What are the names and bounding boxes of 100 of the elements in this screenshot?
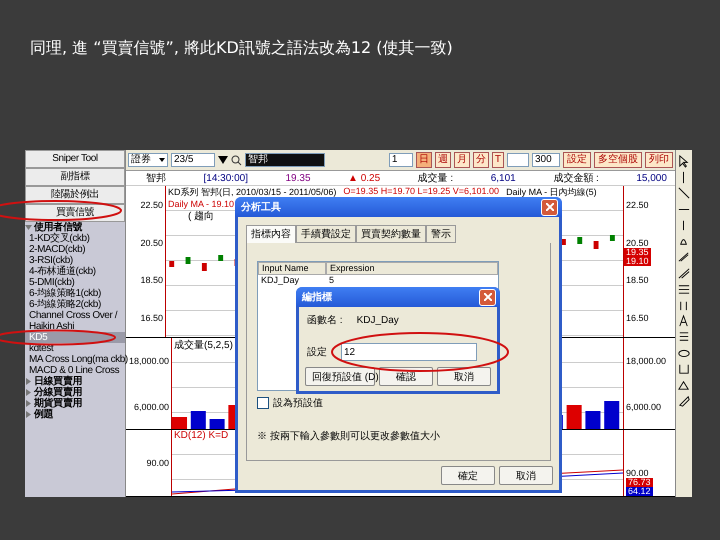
sidebar-button[interactable]: Sniper Tool bbox=[25, 150, 125, 168]
drawing-tool-icon[interactable] bbox=[677, 362, 691, 376]
axis-label: 90.00 bbox=[146, 458, 169, 468]
period-button[interactable]: 月 bbox=[454, 152, 470, 168]
field-label: 函數名 : bbox=[307, 314, 343, 327]
tree-item[interactable]: 3-RSI(ckb) bbox=[25, 255, 125, 266]
quote-text: [14:30:00] bbox=[204, 172, 248, 184]
candlestick bbox=[186, 257, 190, 264]
tree-item[interactable]: MA Cross Long(ma ckb) bbox=[25, 354, 125, 365]
tree-node[interactable]: 期貨買賣用 bbox=[25, 398, 125, 409]
chart-header-text: O=19.35 H=19.70 L=19.25 V=6,101.00 bbox=[342, 186, 500, 198]
toolbar-button[interactable]: 設定 bbox=[563, 152, 591, 168]
tree-item[interactable]: Haikin Ashi bbox=[25, 321, 125, 332]
axis-label: 16.50 bbox=[140, 312, 163, 323]
candlestick bbox=[218, 255, 224, 261]
dialog-tab[interactable]: 警示 bbox=[426, 225, 456, 243]
filter-icon[interactable] bbox=[218, 155, 228, 165]
drawing-tool-icon[interactable] bbox=[677, 250, 691, 264]
dialog-title: 編指標 bbox=[302, 290, 332, 304]
axis-label: 90.00 bbox=[626, 468, 649, 478]
table-cell-text: 5 bbox=[328, 275, 336, 286]
axis-label: 6,000.00 bbox=[134, 402, 169, 412]
volume-bar bbox=[172, 417, 188, 430]
quote-text: 智邦 bbox=[146, 172, 166, 185]
triangle-down-icon bbox=[25, 224, 32, 231]
field-value: KDJ_Day bbox=[356, 314, 399, 326]
candlestick bbox=[577, 237, 582, 244]
tree-item[interactable]: kdtest bbox=[25, 343, 125, 354]
tree-item[interactable]: 6-均線策略2(ckb) bbox=[25, 299, 125, 310]
drawing-tool-icon[interactable] bbox=[677, 186, 691, 200]
candlestick bbox=[169, 261, 174, 267]
axis-label: 18,000.00 bbox=[128, 356, 169, 366]
chart-label: 成交量(5,2,5) bbox=[173, 338, 233, 352]
dialog-title: 分析工具 bbox=[241, 200, 281, 214]
dropdown-field[interactable] bbox=[507, 153, 529, 167]
search-icon[interactable] bbox=[231, 154, 242, 166]
tree-node[interactable]: 使用者信號 bbox=[25, 222, 125, 233]
drawing-tool-icon[interactable] bbox=[677, 394, 691, 408]
drawing-tool-icon[interactable] bbox=[677, 378, 691, 392]
dialog-tab[interactable]: 指標內容 bbox=[246, 225, 296, 243]
sidebar-button[interactable]: 副指標 bbox=[25, 168, 125, 186]
sidebar-button[interactable]: 陸陽於例出 bbox=[25, 186, 125, 204]
price-tag: 19.10 bbox=[624, 257, 651, 266]
axis-label: 18.50 bbox=[140, 275, 163, 286]
axis-label: 20.50 bbox=[626, 238, 649, 248]
dialog-button[interactable]: 取消 bbox=[437, 367, 491, 386]
axis-label: 22.50 bbox=[626, 200, 649, 210]
close-icon bbox=[484, 293, 492, 301]
count-spinner[interactable]: 1 bbox=[388, 153, 413, 167]
volume-bar bbox=[190, 411, 206, 430]
volume-bar bbox=[604, 401, 620, 430]
tree-item[interactable]: MACD & 0 Line Cross bbox=[25, 365, 125, 376]
close-icon bbox=[546, 203, 554, 211]
candlestick bbox=[610, 235, 615, 241]
drawing-tool-icon[interactable] bbox=[677, 154, 691, 168]
period-button[interactable]: T bbox=[492, 152, 504, 168]
chart-label: KD(12) K=D bbox=[173, 430, 228, 442]
dialog-tab[interactable]: 手續費設定 bbox=[296, 225, 356, 243]
slide-title: 同理, 進 “買賣信號”, 將此KD訊號之語法改為12 (使其一致) bbox=[30, 38, 453, 59]
volume-bar bbox=[210, 419, 225, 430]
code-field[interactable]: 23/5 bbox=[171, 153, 215, 167]
close-button[interactable] bbox=[479, 288, 496, 306]
caret-icon bbox=[159, 158, 165, 162]
axis-label: 18,000.00 bbox=[626, 356, 666, 366]
indicator-tag: 76.73 bbox=[626, 478, 653, 487]
tree-node[interactable]: 日線買賣用 bbox=[25, 376, 125, 387]
tree-item[interactable]: Channel Cross Over / bbox=[25, 310, 125, 321]
quote-text: 6,101 bbox=[490, 172, 516, 184]
tree-node[interactable]: 分線買賣用 bbox=[25, 387, 125, 398]
toolbar-button[interactable]: 列印 bbox=[645, 152, 673, 168]
tree-item[interactable]: 6-均線策略1(ckb) bbox=[25, 288, 125, 299]
dialog-button[interactable]: 確定 bbox=[441, 466, 495, 485]
quote-text: 成交金額 : bbox=[553, 172, 599, 185]
period-button[interactable]: 日 bbox=[416, 152, 432, 168]
column-header: Expression bbox=[326, 262, 498, 275]
interval-spinner[interactable]: 300 bbox=[532, 153, 560, 167]
axis-label: 16.50 bbox=[626, 312, 649, 323]
drawing-tool-icon[interactable] bbox=[677, 266, 691, 280]
stock-name-field: 智邦 bbox=[245, 153, 325, 167]
axis-label: 6,000.00 bbox=[626, 402, 662, 412]
value-input[interactable]: 12 bbox=[341, 343, 477, 361]
indicator-tag: 64.12 bbox=[626, 487, 653, 496]
tree-item[interactable]: 4-布林通道(ckb) bbox=[25, 266, 125, 277]
quote-text: 19.35 bbox=[285, 172, 311, 184]
close-button[interactable] bbox=[541, 198, 558, 216]
period-button[interactable]: 分 bbox=[472, 152, 489, 168]
tree-item[interactable]: 2-MACD(ckb) bbox=[25, 244, 125, 255]
market-dropdown[interactable]: 證券 bbox=[128, 153, 168, 167]
axis-label: 22.50 bbox=[140, 200, 163, 210]
tree-node[interactable]: 例題 bbox=[25, 409, 125, 420]
volume-bar bbox=[566, 405, 582, 430]
quote-text: 成交量 : bbox=[418, 172, 454, 185]
dialog-tab[interactable]: 買賣契約數量 bbox=[356, 225, 426, 243]
period-button[interactable]: 週 bbox=[434, 152, 451, 168]
tree-item[interactable]: 5-DMI(ckb) bbox=[25, 277, 125, 288]
tree-item[interactable]: 1-KD交叉(ckb) bbox=[25, 233, 125, 244]
toolbar-button[interactable]: 多空個股 bbox=[594, 152, 642, 168]
checkbox[interactable] bbox=[257, 397, 269, 409]
field-label: 設定 bbox=[307, 346, 327, 359]
dialog-button[interactable]: 取消 bbox=[499, 466, 553, 485]
